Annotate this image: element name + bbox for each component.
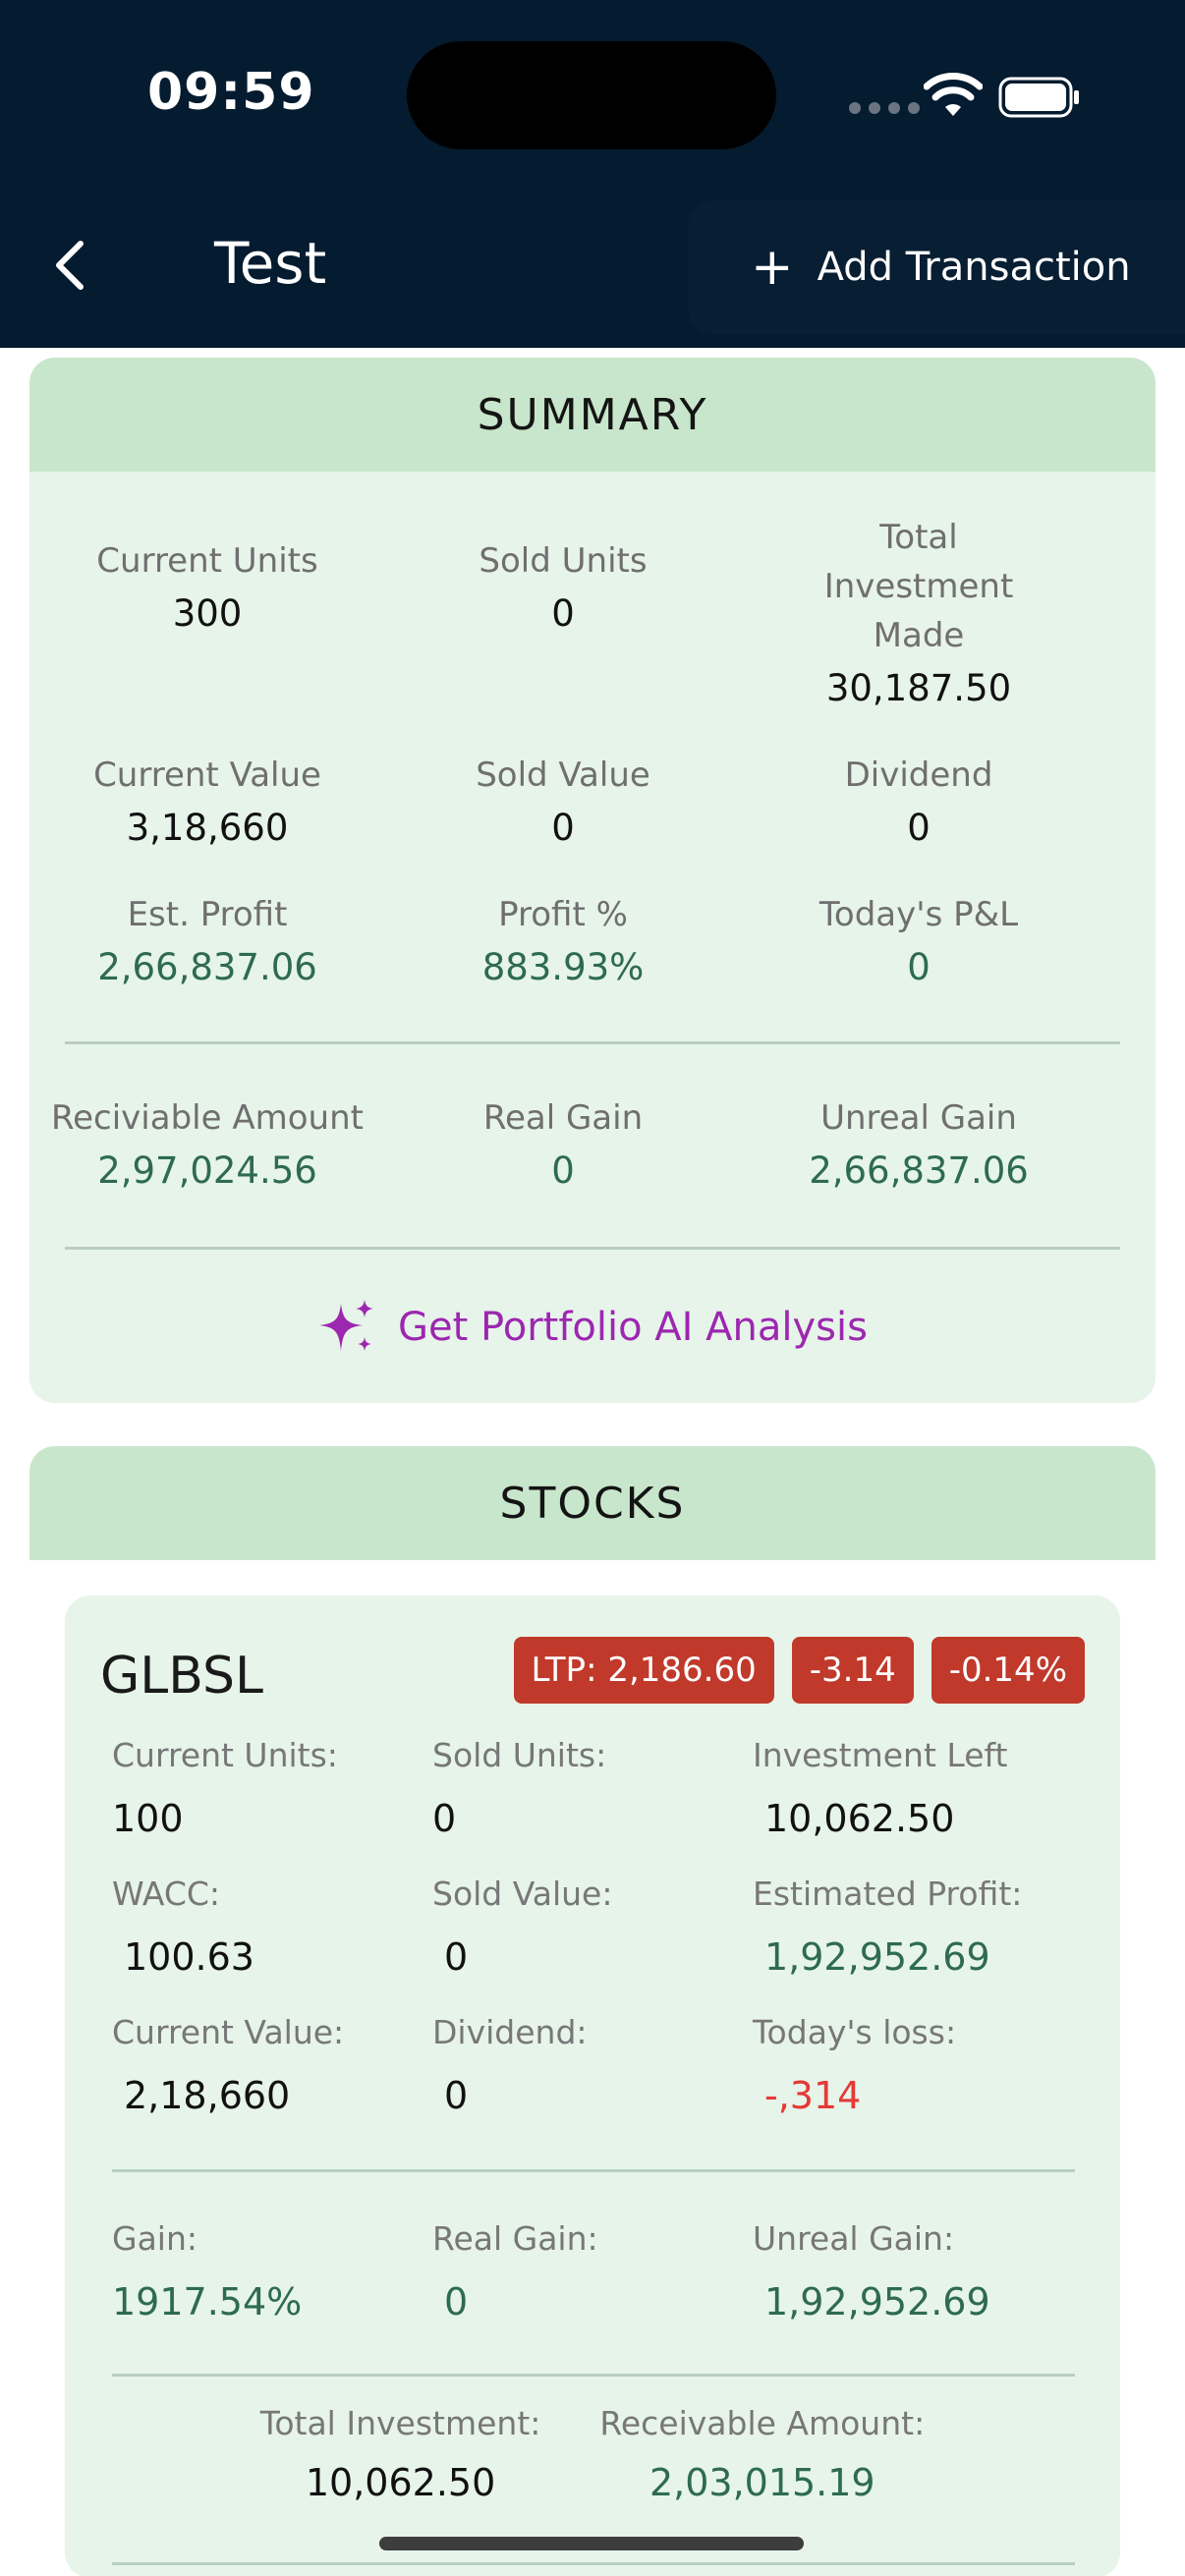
stock-item-glbsl[interactable]: GLBSL LTP: 2,186.60 -3.14 -0.14% Current…: [65, 1596, 1120, 2576]
stock-receivable-amount: Receivable Amount: 2,03,015.19: [599, 2404, 926, 2504]
stocks-header: STOCKS: [29, 1446, 1156, 1560]
stock-real-gain: Real Gain: 0: [432, 2219, 598, 2324]
stock-ticker: GLBSL: [100, 1647, 264, 1706]
stock-row-1: Current Units: 100 Sold Units: 0 Investm…: [112, 1731, 1075, 1843]
summary-current-units: Current Units 300: [96, 541, 318, 635]
summary-sold-value: Sold Value 0: [476, 756, 650, 849]
back-arrow-icon[interactable]: [49, 238, 92, 293]
stock-sold-value: Sold Value: 0: [432, 1875, 613, 1979]
stock-total-investment: Total Investment: 10,062.50: [259, 2404, 541, 2504]
summary-todays-pl: Today's P&L 0: [818, 895, 1019, 988]
add-transaction-button[interactable]: + Add Transaction: [688, 200, 1185, 334]
stock-gain: Gain: 1917.54%: [112, 2219, 303, 2324]
home-indicator[interactable]: [379, 2537, 804, 2550]
stocks-card: STOCKS GLBSL LTP: 2,186.60 -3.14 -0.14% …: [29, 1446, 1156, 2576]
summary-card: SUMMARY Current Units 300 Sold Units 0 T…: [29, 358, 1156, 1403]
summary-row-1: Current Units 300 Sold Units 0 Total Inv…: [29, 513, 1156, 713]
stock-unreal-gain: Unreal Gain: 1,92,952.69: [753, 2219, 990, 2324]
plus-icon: +: [751, 238, 794, 297]
summary-dividend: Dividend 0: [844, 756, 993, 849]
stock-row-2: WACC: 100.63 Sold Value: 0 Estimated Pro…: [112, 1870, 1075, 1982]
summary-row-3: Est. Profit 2,66,837.06 Profit % 883.93%…: [29, 890, 1156, 992]
stock-totals: Total Investment: 10,062.50 Receivable A…: [65, 2399, 1120, 2507]
stock-current-units: Current Units: 100: [112, 1736, 338, 1840]
change-badge: -3.14: [791, 1637, 914, 1704]
status-time: 09:59: [147, 63, 315, 122]
summary-divider: [65, 1041, 1120, 1044]
stock-current-value: Current Value: 2,18,660: [112, 2013, 345, 2117]
summary-sold-units: Sold Units 0: [479, 541, 648, 635]
battery-icon: [998, 77, 1079, 118]
summary-total-investment: Total Investment Made 30,187.50: [823, 518, 1014, 709]
summary-row-2: Current Value 3,18,660 Sold Value 0 Divi…: [29, 751, 1156, 853]
ai-analysis-label: Get Portfolio AI Analysis: [398, 1305, 868, 1350]
page-title: Test: [214, 230, 327, 297]
wifi-icon: [924, 73, 983, 116]
summary-profit-pct: Profit % 883.93%: [481, 895, 645, 988]
stock-divider-2: [112, 2374, 1075, 2377]
stock-wacc: WACC: 100.63: [112, 1875, 254, 1979]
change-pct-badge: -0.14%: [931, 1637, 1085, 1704]
summary-real-gain: Real Gain 0: [482, 1098, 644, 1192]
stock-row-3: Current Value: 2,18,660 Dividend: 0 Toda…: [112, 2008, 1075, 2120]
top-bar: 09:59 Test + Add Transaction: [0, 0, 1185, 348]
summary-row-4: Reciviable Amount 2,97,024.56 Real Gain …: [29, 1093, 1156, 1196]
signal-icon: [849, 102, 920, 114]
portfolio-ai-analysis-button[interactable]: Get Portfolio AI Analysis: [29, 1250, 1156, 1403]
add-transaction-label: Add Transaction: [817, 245, 1131, 290]
summary-unreal-gain: Unreal Gain 2,66,837.06: [809, 1098, 1029, 1192]
stock-investment-left: Investment Left 10,062.50: [753, 1736, 1008, 1840]
stock-todays-loss: Today's loss: -,314: [753, 2013, 957, 2117]
stock-divider-3: [112, 2562, 1075, 2565]
stock-sold-units: Sold Units: 0: [432, 1736, 607, 1840]
summary-header: SUMMARY: [29, 358, 1156, 472]
stock-divider: [112, 2169, 1075, 2172]
stock-dividend: Dividend: 0: [432, 2013, 588, 2117]
summary-current-value: Current Value 3,18,660: [93, 756, 321, 849]
stock-badges: LTP: 2,186.60 -3.14 -0.14%: [513, 1637, 1085, 1704]
ltp-badge: LTP: 2,186.60: [513, 1637, 774, 1704]
dynamic-island: [407, 41, 776, 149]
summary-est-profit: Est. Profit 2,66,837.06: [97, 895, 317, 988]
stock-estimated-profit: Estimated Profit: 1,92,952.69: [753, 1875, 1023, 1979]
summary-receivable-amount: Reciviable Amount 2,97,024.56: [51, 1098, 364, 1192]
sparkle-icon: [319, 1300, 374, 1351]
stock-row-4: Gain: 1917.54% Real Gain: 0 Unreal Gain:…: [112, 2214, 1075, 2326]
